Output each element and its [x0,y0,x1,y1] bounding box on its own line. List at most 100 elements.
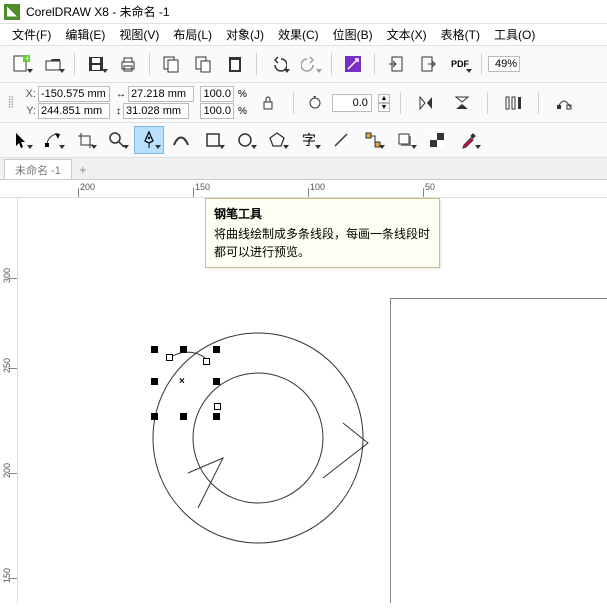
selection-handle[interactable] [151,346,158,353]
property-bar: ⠿⠿ X:-150.575 mm Y:244.851 mm ↔27.218 mm… [0,83,607,123]
ruler-h-label: 50 [425,182,435,192]
x-field[interactable]: -150.575 mm [38,86,110,102]
tooltip-title: 钢笔工具 [214,205,431,223]
zoom-tool[interactable] [102,126,132,154]
ruler-v-label: 300 [2,268,12,283]
position-group: X:-150.575 mm Y:244.851 mm [22,86,110,119]
menu-view[interactable]: 视图(V) [113,24,165,45]
attract-button[interactable] [338,50,368,78]
scale-x-field[interactable]: 100.0 [200,86,234,102]
selection-handle[interactable] [213,413,220,420]
window-title: CorelDRAW X8 - 未命名 -1 [26,3,170,20]
node-anchor[interactable] [203,358,210,365]
selection-center-icon: × [179,376,185,387]
rotation-stepper[interactable]: ▲ ▼ [378,94,390,112]
selection-handle[interactable] [151,413,158,420]
mirror-h-button[interactable] [411,89,441,117]
drop-shadow-tool[interactable] [390,126,420,154]
node-edit-button[interactable] [549,89,579,117]
menu-tools[interactable]: 工具(O) [488,24,541,45]
selection-handle[interactable] [180,413,187,420]
distribute-button[interactable] [498,89,528,117]
y-label: Y: [22,105,36,117]
document-tabs: 未命名 -1 + [0,158,607,180]
pct-label: % [238,89,247,100]
selection-handle[interactable] [213,346,220,353]
shape-tool[interactable] [38,126,68,154]
menu-object[interactable]: 对象(J) [220,24,270,45]
rotation-icon [304,89,326,117]
height-field[interactable]: 31.028 mm [123,103,189,119]
pen-tool[interactable] [134,126,164,154]
redo-button[interactable] [295,50,325,78]
svg-text:字: 字 [302,132,316,148]
connector-tool[interactable] [358,126,388,154]
node-anchor[interactable] [166,354,173,361]
ruler-h-label: 100 [310,182,325,192]
ruler-v-label: 250 [2,358,12,373]
import-button[interactable] [381,50,411,78]
menu-bitmap[interactable]: 位图(B) [327,24,379,45]
width-field[interactable]: 27.218 mm [128,86,194,102]
grip-icon: ⠿⠿ [6,98,16,108]
menu-bar: 文件(F) 编辑(E) 视图(V) 布局(L) 对象(J) 效果(C) 位图(B… [0,24,607,46]
new-button[interactable]: + [6,50,36,78]
clipboard-button[interactable] [220,50,250,78]
copy-button[interactable] [156,50,186,78]
rotation-field[interactable]: 0.0 [332,94,372,112]
scale-group: 100.0% 100.0% [200,86,247,119]
tooltip-body: 将曲线绘制成多条线段，每画一条线段时都可以进行预览。 [214,225,431,261]
undo-button[interactable] [263,50,293,78]
menu-table[interactable]: 表格(T) [435,24,486,45]
size-group: ↔27.218 mm ↕31.028 mm [116,86,194,119]
add-tab-button[interactable]: + [74,161,92,179]
pdf-button[interactable]: PDF [445,50,475,78]
ellipse-tool[interactable] [230,126,260,154]
polygon-tool[interactable] [262,126,292,154]
pick-tool[interactable] [6,126,36,154]
workspace[interactable]: 300 250 200 150 × 钢笔工具 将曲线绘制成多条线段，每画一条线段… [0,198,607,603]
lock-ratio-button[interactable] [253,89,283,117]
node-anchor[interactable] [214,403,221,410]
tab-document[interactable]: 未命名 -1 [4,159,72,179]
selection-handle[interactable] [151,378,158,385]
menu-text[interactable]: 文本(X) [381,24,433,45]
toolbox: 字 [0,123,607,158]
ruler-v-label: 200 [2,463,12,478]
rectangle-tool[interactable] [198,126,228,154]
app-logo-icon [4,4,20,20]
standard-toolbar: + PDF 49% [0,46,607,83]
title-bar: CorelDRAW X8 - 未命名 -1 [0,0,607,24]
y-field[interactable]: 244.851 mm [38,103,110,119]
menu-effect[interactable]: 效果(C) [272,24,325,45]
x-label: X: [22,88,36,100]
menu-layout[interactable]: 布局(L) [167,24,218,45]
svg-text:+: + [25,54,30,63]
print-button[interactable] [113,50,143,78]
zoom-field[interactable]: 49% [488,56,520,72]
open-button[interactable] [38,50,68,78]
crop-tool[interactable] [70,126,100,154]
text-tool[interactable]: 字 [294,126,324,154]
ruler-h-label: 200 [80,182,95,192]
paste-button[interactable] [188,50,218,78]
mirror-v-button[interactable] [447,89,477,117]
selection-handle[interactable] [213,378,220,385]
transparency-tool[interactable] [422,126,452,154]
export-button[interactable] [413,50,443,78]
ruler-horizontal: 200 150 100 50 [0,180,607,198]
eyedropper-tool[interactable] [454,126,484,154]
menu-edit[interactable]: 编辑(E) [59,24,111,45]
height-icon: ↕ [116,106,121,117]
ruler-v-label: 150 [2,568,12,583]
drawing-object[interactable] [128,308,388,568]
save-button[interactable] [81,50,111,78]
scale-y-field[interactable]: 100.0 [200,103,234,119]
ruler-vertical: 300 250 200 150 [0,198,18,603]
selection-handle[interactable] [180,346,187,353]
ruler-h-label: 150 [195,182,210,192]
width-icon: ↔ [116,89,126,100]
artistic-media-tool[interactable] [166,126,196,154]
menu-file[interactable]: 文件(F) [6,24,57,45]
line-tool[interactable] [326,126,356,154]
